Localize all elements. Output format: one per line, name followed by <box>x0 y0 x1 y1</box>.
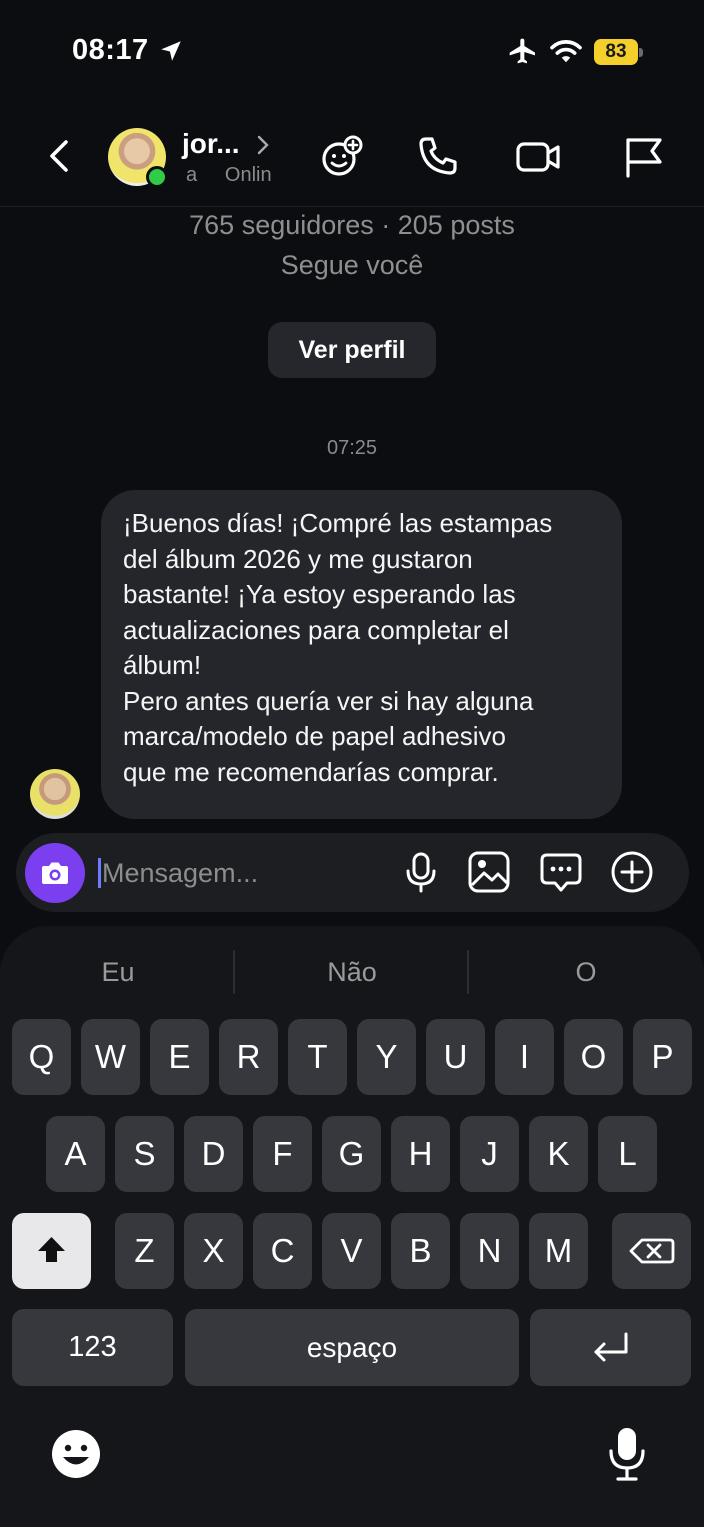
key-s[interactable]: S <box>115 1116 174 1192</box>
return-key[interactable] <box>530 1309 691 1386</box>
wifi-icon <box>550 40 582 63</box>
key-l[interactable]: L <box>598 1116 657 1192</box>
delete-key[interactable] <box>612 1213 691 1289</box>
suggestion-3[interactable]: O <box>486 957 686 988</box>
key-n[interactable]: N <box>460 1213 519 1289</box>
key-t[interactable]: T <box>288 1019 347 1095</box>
back-button[interactable] <box>38 134 82 178</box>
message-text: ¡Buenos días! ¡Compré las estampas del á… <box>123 508 553 787</box>
microphone-icon[interactable] <box>398 849 444 895</box>
camera-button[interactable] <box>25 843 85 903</box>
microphone-icon[interactable] <box>604 1424 650 1484</box>
camera-icon <box>42 862 68 884</box>
backspace-icon <box>629 1238 675 1264</box>
numbers-key[interactable]: 123 <box>12 1309 173 1386</box>
shift-arrow-icon <box>38 1237 65 1262</box>
message-bubble[interactable]: ¡Buenos días! ¡Compré las estampas del á… <box>101 490 622 819</box>
key-d[interactable]: D <box>184 1116 243 1192</box>
contact-status-prefix: a <box>186 164 198 186</box>
key-p[interactable]: P <box>633 1019 692 1095</box>
shift-key[interactable] <box>12 1213 91 1289</box>
battery-level: 83 <box>605 41 627 62</box>
location-arrow-icon <box>161 41 181 61</box>
chat-bubble-icon[interactable] <box>538 849 584 895</box>
key-g[interactable]: G <box>322 1116 381 1192</box>
key-r[interactable]: R <box>219 1019 278 1095</box>
contact-status: a Onlin <box>186 164 272 187</box>
follows-you-label: Segue você <box>280 250 424 280</box>
key-c[interactable]: C <box>253 1213 312 1289</box>
sender-avatar[interactable] <box>30 769 80 819</box>
online-status-dot <box>146 166 168 188</box>
emoji-icon[interactable] <box>50 1428 102 1480</box>
message-input[interactable] <box>102 855 392 891</box>
key-i[interactable]: I <box>495 1019 554 1095</box>
suggestion-1[interactable]: Eu <box>18 957 218 988</box>
status-time: 08:17 <box>72 34 149 66</box>
contact-status-text: Onlin <box>224 164 272 186</box>
suggestion-2[interactable]: Não <box>252 957 452 988</box>
key-z[interactable]: Z <box>115 1213 174 1289</box>
space-key[interactable]: espaço <box>185 1309 519 1386</box>
flag-icon[interactable] <box>620 132 668 180</box>
phone-icon[interactable] <box>414 132 462 180</box>
key-u[interactable]: U <box>426 1019 485 1095</box>
video-camera-icon[interactable] <box>514 132 562 180</box>
key-q[interactable]: Q <box>12 1019 71 1095</box>
key-a[interactable]: A <box>46 1116 105 1192</box>
key-f[interactable]: F <box>253 1116 312 1192</box>
key-v[interactable]: V <box>322 1213 381 1289</box>
message-timestamp: 07:25 <box>326 437 378 459</box>
contact-name[interactable]: jor... <box>182 128 240 160</box>
text-caret <box>98 858 101 888</box>
header-divider <box>0 206 704 207</box>
key-j[interactable]: J <box>460 1116 519 1192</box>
airplane-icon <box>509 38 535 64</box>
key-b[interactable]: B <box>391 1213 450 1289</box>
view-profile-button[interactable]: Ver perfil <box>268 322 436 378</box>
key-x[interactable]: X <box>184 1213 243 1289</box>
profile-stats: 765 seguidores · 205 posts <box>189 210 515 240</box>
chevron-right-icon[interactable] <box>254 132 272 158</box>
sticker-icon[interactable] <box>318 132 366 180</box>
plus-circle-icon[interactable] <box>609 849 655 895</box>
key-y[interactable]: Y <box>357 1019 416 1095</box>
return-icon <box>594 1332 628 1362</box>
suggestion-divider <box>467 950 469 994</box>
suggestion-divider <box>233 950 235 994</box>
key-h[interactable]: H <box>391 1116 450 1192</box>
image-icon[interactable] <box>466 849 512 895</box>
battery-indicator: 83 <box>594 39 644 65</box>
key-k[interactable]: K <box>529 1116 588 1192</box>
key-o[interactable]: O <box>564 1019 623 1095</box>
key-w[interactable]: W <box>81 1019 140 1095</box>
key-m[interactable]: M <box>529 1213 588 1289</box>
key-e[interactable]: E <box>150 1019 209 1095</box>
